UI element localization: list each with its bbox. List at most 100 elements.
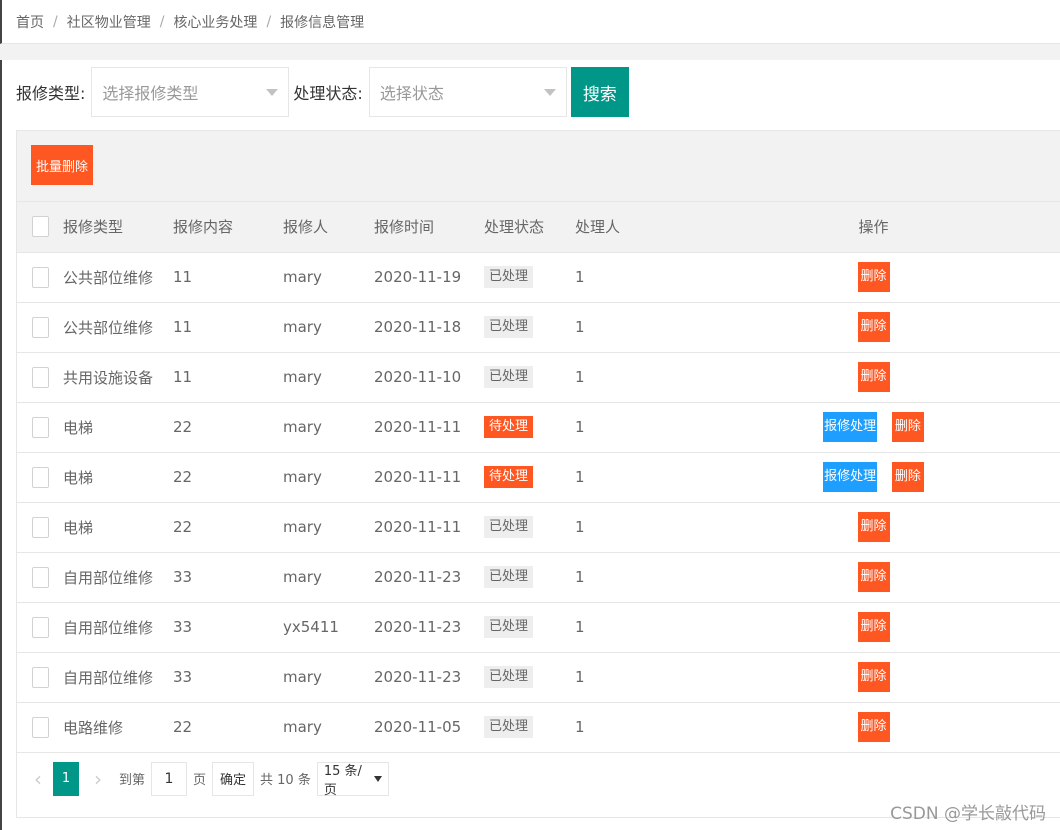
- cell-repair-content: 22: [173, 502, 283, 553]
- prev-page-icon[interactable]: ‹: [23, 764, 53, 794]
- current-page[interactable]: 1: [53, 761, 79, 796]
- row-checkbox[interactable]: [32, 616, 49, 638]
- cell-repair-type: 公共部位维修: [63, 302, 173, 353]
- delete-button[interactable]: 删除: [857, 562, 890, 592]
- breadcrumb-current: 报修信息管理: [280, 14, 365, 31]
- table-row: 电路维修 22 mary 2020-11-05 已处理 1 删除: [17, 702, 1060, 753]
- header-reporter: 报修人: [283, 202, 374, 253]
- cell-repair-time: 2020-11-23: [374, 602, 484, 653]
- cell-status: 待处理: [484, 452, 575, 503]
- caret-down-icon: [266, 88, 279, 96]
- cell-reporter: yx5411: [283, 602, 374, 653]
- row-checkbox[interactable]: [32, 416, 49, 438]
- delete-button[interactable]: 删除: [857, 312, 890, 342]
- delete-button[interactable]: 删除: [857, 712, 890, 742]
- row-checkbox[interactable]: [32, 466, 49, 488]
- handle-repair-button[interactable]: 报修处理: [823, 412, 878, 442]
- table-row: 公共部位维修 11 mary 2020-11-19 已处理 1 删除: [17, 252, 1060, 303]
- cell-handler: 1: [575, 702, 685, 753]
- repair-type-select[interactable]: 选择报修类型: [91, 67, 290, 117]
- cell-repair-content: 11: [173, 252, 283, 303]
- cell-reporter: mary: [283, 252, 374, 303]
- cell-handler: 1: [575, 552, 685, 603]
- row-select-cell: [17, 702, 63, 753]
- filter-bar: 报修类型: 选择报修类型 处理状态: 选择状态 搜索: [16, 66, 629, 118]
- breadcrumb-home[interactable]: 首页: [16, 12, 44, 32]
- row-checkbox[interactable]: [32, 566, 49, 588]
- cell-reporter: mary: [283, 302, 374, 353]
- cell-repair-type: 电路维修: [63, 702, 173, 753]
- status-badge: 待处理: [484, 416, 534, 438]
- status-label: 处理状态:: [293, 84, 363, 103]
- repair-table-container: 批量删除 报修类型 报修内容 报修人 报修时间 处理状态 处理人 操作 公共部位…: [16, 130, 1060, 818]
- header-handler: 处理人: [575, 202, 685, 253]
- table-row: 自用部位维修 33 mary 2020-11-23 已处理 1 删除: [17, 552, 1060, 603]
- repair-type-label: 报修类型:: [16, 84, 86, 103]
- row-select-cell: [17, 502, 63, 553]
- header-repair-time: 报修时间: [374, 202, 484, 253]
- row-select-cell: [17, 602, 63, 653]
- row-checkbox[interactable]: [32, 716, 49, 738]
- cell-reporter: mary: [283, 402, 374, 453]
- goto-confirm-button[interactable]: 确定: [212, 761, 255, 796]
- select-all-cell: [17, 202, 63, 253]
- handle-repair-button[interactable]: 报修处理: [823, 462, 878, 492]
- row-checkbox[interactable]: [32, 316, 49, 338]
- table-row: 共用设施设备 11 mary 2020-11-10 已处理 1 删除: [17, 352, 1060, 403]
- status-badge: 已处理: [484, 316, 534, 338]
- cell-status: 已处理: [484, 652, 575, 703]
- delete-button[interactable]: 删除: [891, 462, 924, 492]
- breadcrumb-community[interactable]: 社区物业管理: [67, 12, 151, 32]
- header-repair-content: 报修内容: [173, 202, 283, 253]
- cell-status: 已处理: [484, 552, 575, 603]
- status-badge: 已处理: [484, 366, 534, 388]
- cell-repair-time: 2020-11-05: [374, 702, 484, 753]
- cell-operations: 删除: [685, 602, 1060, 653]
- pagination: ‹ 1 › 到第 1 页 确定 共 10 条 15 条/页: [17, 753, 1060, 805]
- row-select-cell: [17, 252, 63, 303]
- goto-label: 到第: [119, 773, 146, 788]
- cell-operations: 删除: [685, 352, 1060, 403]
- cell-repair-type: 电梯: [63, 502, 173, 553]
- caret-down-icon: [373, 775, 382, 782]
- cell-repair-content: 33: [173, 602, 283, 653]
- cell-repair-content: 22: [173, 702, 283, 753]
- cell-repair-time: 2020-11-18: [374, 302, 484, 353]
- watermark: CSDN @学长敲代码: [890, 804, 1046, 824]
- batch-delete-button[interactable]: 批量删除: [31, 145, 93, 185]
- cell-repair-time: 2020-11-23: [374, 552, 484, 603]
- goto-page-input[interactable]: 1: [151, 761, 188, 796]
- row-checkbox[interactable]: [32, 266, 49, 288]
- select-all-checkbox[interactable]: [32, 216, 49, 238]
- delete-button[interactable]: 删除: [857, 612, 890, 642]
- header-status: 处理状态: [484, 202, 575, 253]
- delete-button[interactable]: 删除: [857, 512, 890, 542]
- delete-button[interactable]: 删除: [857, 662, 890, 692]
- cell-repair-time: 2020-11-11: [374, 402, 484, 453]
- row-checkbox[interactable]: [32, 366, 49, 388]
- delete-button[interactable]: 删除: [891, 412, 924, 442]
- row-checkbox[interactable]: [32, 666, 49, 688]
- table-row: 电梯 22 mary 2020-11-11 待处理 1 报修处理 删除: [17, 452, 1060, 503]
- main-content: 报修类型: 选择报修类型 处理状态: 选择状态 搜索 批量删除 报修类型 报修内…: [0, 60, 1060, 830]
- cell-reporter: mary: [283, 552, 374, 603]
- row-select-cell: [17, 352, 63, 403]
- page-size-select[interactable]: 15 条/页: [316, 761, 389, 798]
- table-body: 公共部位维修 11 mary 2020-11-19 已处理 1 删除 公共部位维…: [17, 252, 1060, 753]
- repair-type-placeholder: 选择报修类型: [102, 84, 199, 103]
- cell-operations: 删除: [685, 302, 1060, 353]
- cell-repair-time: 2020-11-11: [374, 502, 484, 553]
- status-select[interactable]: 选择状态: [368, 67, 567, 117]
- header-operations: 操作: [685, 202, 1060, 253]
- search-button[interactable]: 搜索: [570, 67, 629, 117]
- delete-button[interactable]: 删除: [857, 262, 890, 292]
- cell-status: 已处理: [484, 252, 575, 303]
- delete-button[interactable]: 删除: [857, 362, 890, 392]
- table-row: 电梯 22 mary 2020-11-11 待处理 1 报修处理 删除: [17, 402, 1060, 453]
- cell-status: 待处理: [484, 402, 575, 453]
- cell-repair-content: 22: [173, 402, 283, 453]
- breadcrumb-core-business[interactable]: 核心业务处理: [173, 12, 257, 32]
- breadcrumb: 首页 / 社区物业管理 / 核心业务处理 / 报修信息管理: [0, 0, 1060, 44]
- next-page-icon[interactable]: ›: [83, 764, 113, 794]
- row-checkbox[interactable]: [32, 516, 49, 538]
